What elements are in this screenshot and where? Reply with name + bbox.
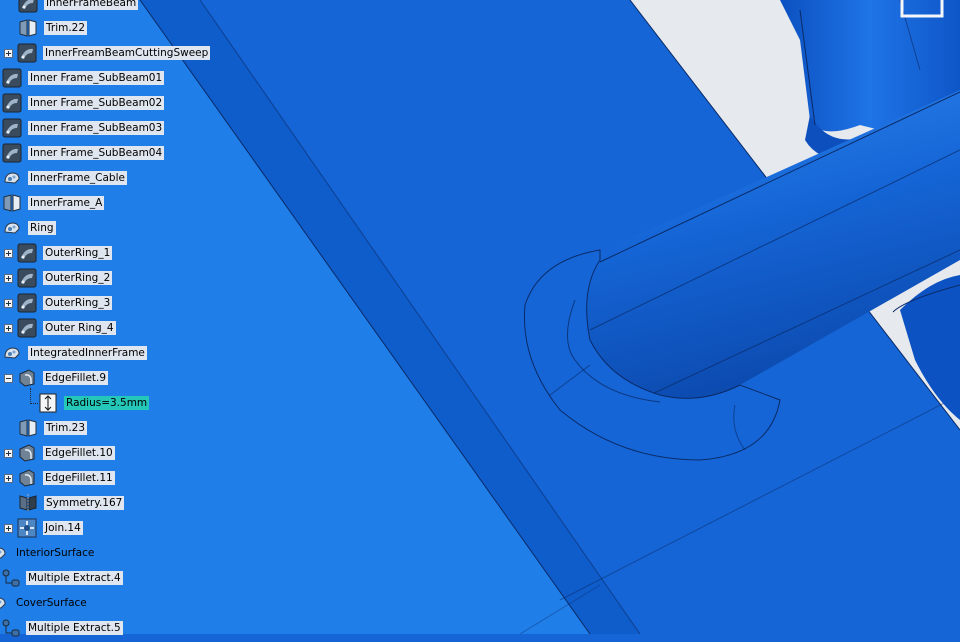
tree-node-label[interactable]: InnerFreamBeamCuttingSweep [43,46,211,60]
tree-node[interactable]: InnerFrameBeam [18,0,139,14]
expand-plus-icon[interactable] [4,248,13,258]
edge-fillet-icon [17,468,37,488]
expand-plus-icon[interactable] [4,448,13,458]
tree-node-label[interactable]: OuterRing_3 [43,296,113,310]
tree-node[interactable]: Symmetry.167 [18,492,125,514]
edge-fillet-icon [17,368,37,388]
sweep-surface-icon [2,68,22,88]
tree-node-label[interactable]: EdgeFillet.9 [43,371,109,385]
tree-node-label[interactable]: Trim.22 [44,21,88,35]
tree-node-label[interactable]: Inner Frame_SubBeam03 [28,121,165,135]
tree-node-label[interactable]: InnerFrame_Cable [28,171,127,185]
tree-node-label[interactable]: IntegratedInnerFrame [28,346,147,360]
geometrical-set-icon [2,343,22,363]
trim-icon [18,18,38,38]
tree-node-label[interactable]: OuterRing_1 [43,246,113,260]
sweep-surface-icon [2,118,22,138]
symmetry-icon [18,493,38,513]
tree-node-label[interactable]: Inner Frame_SubBeam01 [28,71,165,85]
tree-node-label[interactable]: Join.14 [43,521,83,535]
tree-node[interactable]: InnerFrame_A [2,192,105,214]
tree-node[interactable]: OuterRing_2 [4,267,113,289]
sweep-surface-icon [17,43,37,63]
tree-node[interactable]: Inner Frame_SubBeam04 [2,142,165,164]
tree-node-label[interactable]: Inner Frame_SubBeam04 [28,146,165,160]
expand-plus-icon[interactable] [4,323,13,333]
tree-node[interactable]: Trim.22 [18,17,88,39]
tree-node-label[interactable]: InteriorSurface [14,546,96,560]
tree-node[interactable]: EdgeFillet.10 [4,442,115,464]
tree-node[interactable]: Multiple Extract.5 [0,617,123,639]
tree-node[interactable]: IntegratedInnerFrame [2,342,147,364]
sweep-surface-icon [17,318,37,338]
tree-node-label[interactable]: EdgeFillet.10 [43,446,115,460]
tree-node[interactable]: Inner Frame_SubBeam02 [2,92,165,114]
tree-node[interactable]: OuterRing_3 [4,292,113,314]
tree-node[interactable]: Inner Frame_SubBeam03 [2,117,165,139]
tree-node[interactable]: InteriorSurface [0,542,96,564]
tree-node-label[interactable]: Trim.23 [44,421,88,435]
tree-node-label[interactable]: CoverSurface [14,596,89,610]
tree-node-label[interactable]: InnerFrameBeam [44,0,139,10]
tree-node-label[interactable]: Inner Frame_SubBeam02 [28,96,165,110]
geometrical-set-icon [0,593,8,613]
tree-node[interactable]: Inner Frame_SubBeam01 [2,67,165,89]
tree-node[interactable]: Outer Ring_4 [4,317,116,339]
geometrical-set-icon [2,218,22,238]
tree-node[interactable]: Join.14 [4,517,83,539]
tree-node[interactable]: EdgeFillet.11 [4,467,115,489]
sweep-surface-icon [18,0,38,13]
join-icon [17,518,37,538]
sweep-surface-icon [17,268,37,288]
tree-node[interactable]: Multiple Extract.4 [0,567,123,589]
edge-fillet-icon [17,443,37,463]
tree-node-label[interactable]: Radius=3.5mm [64,396,150,410]
expand-plus-icon[interactable] [4,273,13,283]
expand-plus-icon[interactable] [4,48,13,58]
tree-node[interactable]: InnerFreamBeamCuttingSweep [4,42,211,64]
sweep-surface-icon [2,93,22,113]
tree-node[interactable]: CoverSurface [0,592,89,614]
tree-node-label[interactable]: InnerFrame_A [28,196,105,210]
tree-node-label[interactable]: Symmetry.167 [44,496,125,510]
sweep-surface-icon [2,143,22,163]
multiple-extract-icon [0,618,20,638]
tree-node[interactable]: EdgeFillet.9 [4,367,109,389]
trim-icon [18,418,38,438]
geometrical-set-icon [2,168,22,188]
tree-node[interactable]: Trim.23 [18,417,88,439]
tree-node-label[interactable]: Multiple Extract.4 [26,571,123,585]
expand-plus-icon[interactable] [4,298,13,308]
expand-plus-icon[interactable] [4,473,13,483]
tree-node[interactable]: Radius=3.5mm [38,392,150,414]
sweep-surface-icon [17,243,37,263]
expand-plus-icon[interactable] [4,523,13,533]
collapse-minus-icon[interactable] [4,373,13,383]
tree-node-label[interactable]: Outer Ring_4 [43,321,116,335]
tree-node-label[interactable]: Ring [28,221,56,235]
tree-node-label[interactable]: OuterRing_2 [43,271,113,285]
tree-node[interactable]: Ring [2,217,56,239]
tree-node-label[interactable]: EdgeFillet.11 [43,471,115,485]
tree-node-label[interactable]: Multiple Extract.5 [26,621,123,635]
trim-icon [2,193,22,213]
tree-node[interactable]: InnerFrame_Cable [2,167,127,189]
tree-node[interactable]: OuterRing_1 [4,242,113,264]
geometrical-set-icon [0,543,8,563]
multiple-extract-icon [0,568,20,588]
sweep-surface-icon [17,293,37,313]
radius-parameter-icon [38,393,58,413]
